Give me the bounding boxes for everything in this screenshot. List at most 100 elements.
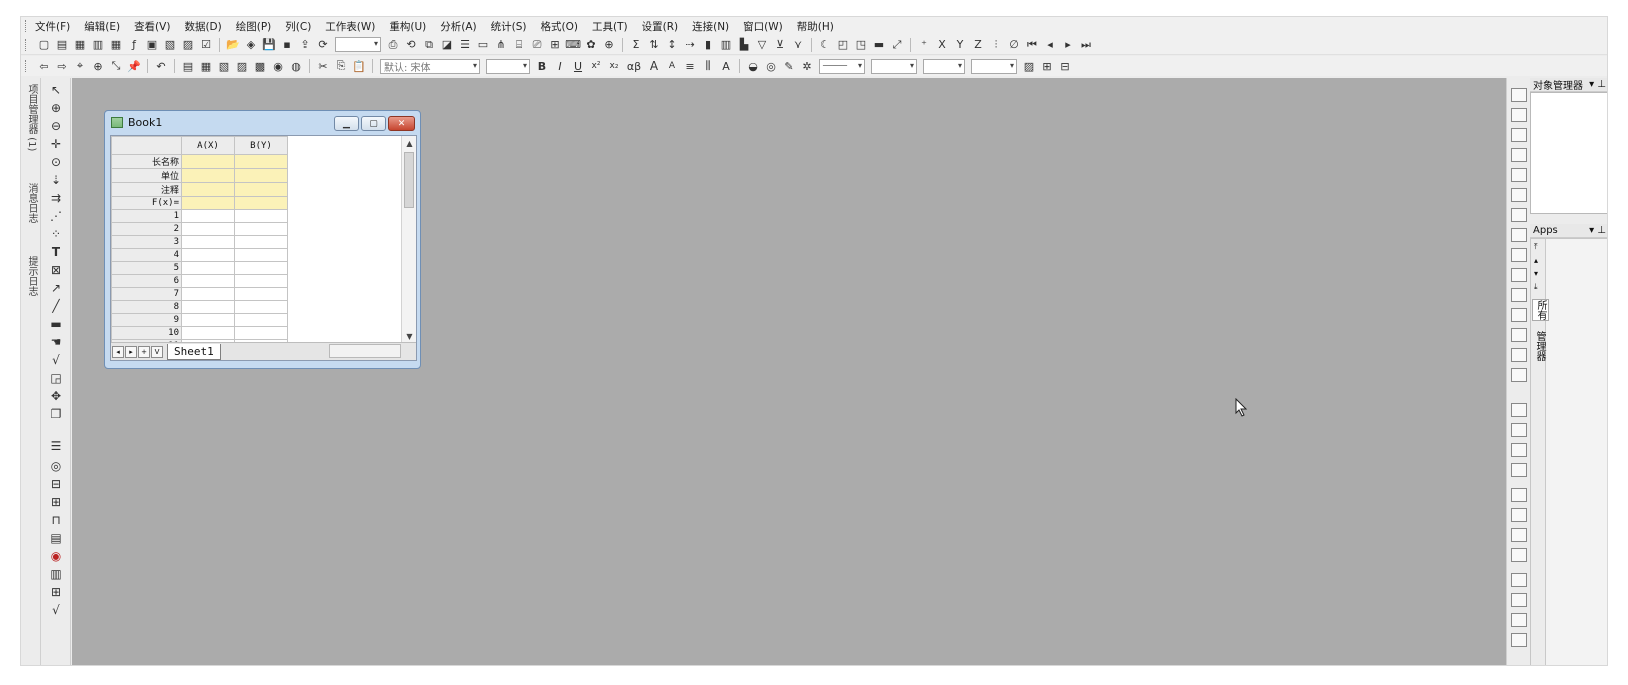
cell[interactable] <box>181 261 235 275</box>
data-reader-icon[interactable]: ⇣ <box>45 172 67 188</box>
rectangle-tool-icon[interactable]: ▬ <box>45 316 67 332</box>
cell[interactable] <box>181 168 235 183</box>
scroll-up-arrow-icon[interactable]: ▲ <box>402 137 416 150</box>
graph-object-icon[interactable]: ◲ <box>45 370 67 386</box>
column-header-a[interactable]: A(X) <box>181 136 235 155</box>
open-folder-icon[interactable]: 📂 <box>226 38 240 52</box>
cell[interactable] <box>234 209 288 223</box>
row-header[interactable]: 7 <box>111 287 182 301</box>
menu-column[interactable]: 列(C) <box>285 19 311 34</box>
add-column-icon[interactable]: ⊕ <box>602 38 616 52</box>
row-header[interactable]: 1 <box>111 209 182 223</box>
cell[interactable] <box>181 274 235 288</box>
moon-icon[interactable]: ☾ <box>818 38 832 52</box>
cell[interactable] <box>234 235 288 249</box>
prev-icon[interactable]: ◂ <box>1043 38 1057 52</box>
palette-icon[interactable]: ◍ <box>289 59 303 73</box>
row-header[interactable]: 6 <box>111 274 182 288</box>
cell[interactable] <box>234 222 288 236</box>
symbol-size-combo[interactable]: ▾ <box>923 58 965 74</box>
line-style-icon[interactable] <box>1511 128 1527 142</box>
none-icon[interactable]: ∅ <box>1007 38 1021 52</box>
vertical-scrollbar[interactable]: ▲ ▼ <box>401 136 416 344</box>
row-header[interactable]: 5 <box>111 261 182 275</box>
check-icon[interactable]: ☑ <box>199 38 213 52</box>
distribute-h-icon[interactable] <box>1511 488 1527 502</box>
corner-icon[interactable] <box>1511 288 1527 302</box>
first-icon[interactable]: ⏮ <box>1025 38 1039 52</box>
cell[interactable] <box>181 222 235 236</box>
apps-panel[interactable]: ⤒ ▴ ▾ ⤓ 所有 管理器 <box>1530 238 1607 665</box>
graph-export-icon[interactable]: ⎚ <box>530 38 544 52</box>
console-icon[interactable]: ⌨ <box>565 38 581 52</box>
table-icon[interactable]: ⊞ <box>548 38 562 52</box>
row-label-comments[interactable]: 注释 <box>111 182 182 197</box>
apps-tab-all[interactable]: 所有 <box>1532 299 1549 321</box>
row-header[interactable]: 3 <box>111 235 182 249</box>
region-icon[interactable]: ✥ <box>45 388 67 404</box>
maximize-button[interactable]: ▢ <box>361 116 386 131</box>
cell[interactable] <box>181 196 235 210</box>
layer-add-icon[interactable]: ▤ <box>181 59 195 73</box>
draw-data-icon[interactable]: ⁘ <box>45 226 67 242</box>
font-size-combo[interactable]: ▾ <box>486 58 530 74</box>
border-icon[interactable]: ⊞ <box>1040 59 1054 73</box>
record-icon[interactable]: ◉ <box>45 548 67 564</box>
cell[interactable] <box>234 261 288 275</box>
histogram-icon[interactable]: ▙ <box>737 38 751 52</box>
zoom-out-icon[interactable]: ⊖ <box>45 118 67 134</box>
row-header[interactable]: 2 <box>111 222 182 236</box>
open-template-icon[interactable]: ◈ <box>244 38 258 52</box>
code-builder-icon[interactable]: ◪ <box>440 38 454 52</box>
gear-icon[interactable] <box>1511 168 1527 182</box>
distribute-v-icon[interactable] <box>1511 508 1527 522</box>
line-style-combo[interactable]: ──── ▾ <box>819 58 865 74</box>
columns-icon[interactable]: ⫼ <box>701 59 715 73</box>
math-z-icon[interactable]: Z <box>971 38 985 52</box>
underline-button[interactable]: U <box>571 59 585 73</box>
fill-color-icon[interactable]: ◒ <box>746 59 760 73</box>
plugin-icon[interactable]: ✿ <box>584 38 598 52</box>
align-icon[interactable]: ≡ <box>683 59 697 73</box>
panel-menu-icon[interactable]: ▾ ⊥ <box>1589 79 1606 90</box>
menu-worksheet[interactable]: 工作表(W) <box>325 19 375 34</box>
layer-merge-icon[interactable]: ▧ <box>217 59 231 73</box>
cell[interactable] <box>181 235 235 249</box>
panel-menu-icon[interactable]: ▾ ⊥ <box>1589 225 1606 236</box>
pattern-icon[interactable]: ◎ <box>764 59 778 73</box>
next-icon[interactable]: ▸ <box>1061 38 1075 52</box>
undo-icon[interactable]: ↶ <box>154 59 168 73</box>
save-template-icon[interactable]: ▪ <box>280 38 294 52</box>
italic-button[interactable]: I <box>553 59 567 73</box>
data-selector-icon[interactable]: ⇉ <box>45 190 67 206</box>
menu-window[interactable]: 窗口(W) <box>743 19 783 34</box>
menu-settings[interactable]: 设置(R) <box>642 19 679 34</box>
move-icon[interactable]: ✛ <box>45 136 67 152</box>
new-folder-icon[interactable]: ▤ <box>55 38 69 52</box>
cell[interactable] <box>234 168 288 183</box>
menu-analysis[interactable]: 分析(A) <box>440 19 476 34</box>
sheet-list-icon[interactable]: V <box>151 345 163 358</box>
paste-icon[interactable]: 📋 <box>352 59 366 73</box>
space-h-icon[interactable] <box>1511 573 1527 587</box>
align-left-icon[interactable] <box>1511 403 1527 417</box>
grid-layout-icon[interactable] <box>1511 228 1527 242</box>
object-icon[interactable]: ⊓ <box>45 512 67 528</box>
row-header[interactable]: 10 <box>111 326 182 340</box>
sort-icon[interactable]: ⇅ <box>647 38 661 52</box>
error-bar-icon[interactable]: ⫶ <box>989 38 1003 52</box>
scroll-top-icon[interactable]: ⤒ <box>1534 242 1538 252</box>
sum-icon[interactable]: Σ <box>629 38 643 52</box>
column-header-b[interactable]: B(Y) <box>234 136 288 155</box>
new-workbook-icon[interactable]: ▦ <box>73 38 87 52</box>
new-function-icon[interactable]: ƒ <box>127 38 141 52</box>
menu-plot[interactable]: 绘图(P) <box>236 19 272 34</box>
cell[interactable] <box>181 287 235 301</box>
corner-4-icon[interactable] <box>1511 348 1527 362</box>
last-icon[interactable]: ⏭ <box>1079 38 1093 52</box>
cut-icon[interactable]: ✂ <box>316 59 330 73</box>
apps-tab-manager[interactable]: 管理器 <box>1532 331 1547 361</box>
grid-layout-2-icon[interactable] <box>1511 248 1527 262</box>
group-icon[interactable] <box>1511 613 1527 627</box>
worksheet-grid[interactable]: A(X) B(Y) 长名称 单位 注释 F(x)= 1 2 3 4 5 6 7 … <box>110 135 417 361</box>
